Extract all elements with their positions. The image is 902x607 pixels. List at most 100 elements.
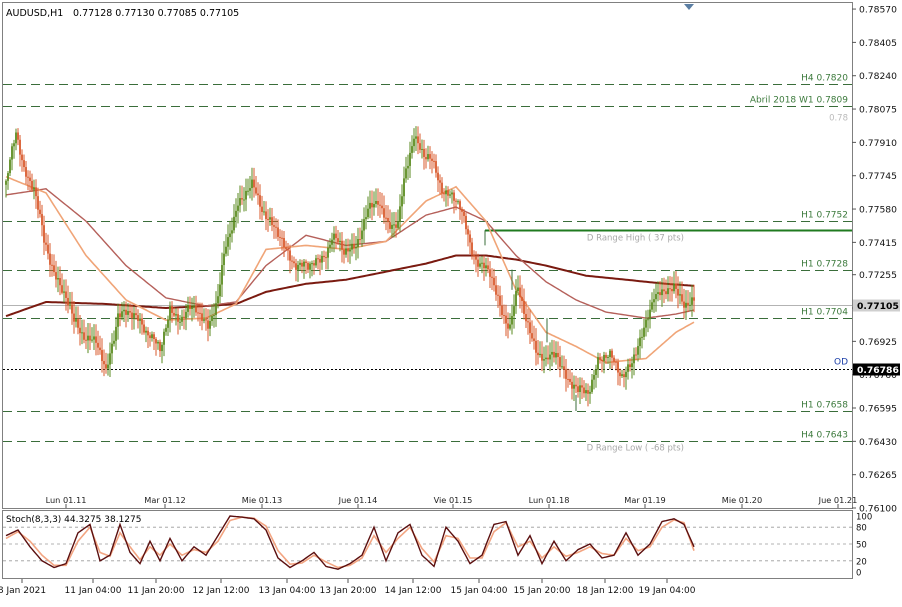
stoch-tick-label: 0 xyxy=(856,569,861,579)
candle-body xyxy=(103,361,105,365)
candle-body xyxy=(309,263,311,270)
candle-body xyxy=(573,384,575,389)
candle-body xyxy=(593,375,595,380)
candle-body xyxy=(323,255,325,258)
candle-body xyxy=(501,305,503,316)
candle-body xyxy=(195,305,197,313)
candle-body xyxy=(367,208,369,218)
stoch-header-label: Stoch(8,3,3) 44.3275 38.1275 xyxy=(6,515,141,525)
candle-body xyxy=(509,324,511,329)
price-tick-label: 0.76925 xyxy=(859,337,897,348)
candle-body xyxy=(533,338,535,341)
candle-body xyxy=(675,283,677,289)
candle-body xyxy=(261,206,263,212)
candle-body xyxy=(353,243,355,249)
candle-body xyxy=(133,313,135,318)
candle-body xyxy=(243,199,245,201)
candle-body xyxy=(237,205,239,211)
candle-body xyxy=(359,239,361,241)
round-number-label: 0.78 xyxy=(829,114,848,124)
candle-body xyxy=(77,319,79,328)
candle-body xyxy=(587,390,589,394)
level-label: H4 0.7643 xyxy=(801,431,848,441)
candle-body xyxy=(599,357,601,360)
candle-body xyxy=(119,313,121,318)
candle-body xyxy=(493,277,495,286)
candle-body xyxy=(365,217,367,220)
candle-body xyxy=(147,330,149,336)
candle-body xyxy=(67,297,69,306)
candle-body xyxy=(171,306,173,313)
candle-body xyxy=(209,321,211,329)
candle-body xyxy=(519,287,521,298)
candle-body xyxy=(437,172,439,181)
candle-body xyxy=(693,297,695,301)
candle-body xyxy=(25,167,27,177)
candle-body xyxy=(91,339,93,341)
candle-body xyxy=(345,248,347,255)
candle-body xyxy=(125,309,127,315)
candle-body xyxy=(551,351,553,355)
candle-body xyxy=(217,296,219,304)
candle-body xyxy=(159,341,161,352)
candle-body xyxy=(347,248,349,252)
candle-body xyxy=(79,327,81,334)
candle-body xyxy=(315,258,317,266)
candle-body xyxy=(391,224,393,229)
candle-body xyxy=(253,179,255,188)
candle-body xyxy=(567,378,569,380)
candle-body xyxy=(369,202,371,209)
candle-body xyxy=(331,239,333,245)
candle-body xyxy=(419,143,421,150)
candle-body xyxy=(659,292,661,296)
candle-body xyxy=(529,322,531,334)
candle-body xyxy=(439,180,441,183)
candle-body xyxy=(115,326,117,341)
candle-body xyxy=(415,136,417,139)
date-tick-label: 13 Jan 04:00 xyxy=(259,586,316,596)
candle-body xyxy=(473,255,475,257)
price-tick-label: 0.77745 xyxy=(859,171,897,182)
candle-body xyxy=(555,352,557,358)
candle-body xyxy=(383,208,385,218)
candle-body xyxy=(73,313,75,322)
price-tick-label: 0.78075 xyxy=(859,105,897,116)
candle-body xyxy=(489,269,491,277)
candle-body xyxy=(303,261,305,267)
candle-body xyxy=(205,319,207,321)
candle-body xyxy=(281,237,283,239)
candle-body xyxy=(153,334,155,339)
candle-body xyxy=(503,315,505,317)
level-label: H1 0.7704 xyxy=(801,308,848,318)
chart-symbol-label: AUDUSD,H1 xyxy=(6,8,63,19)
candle-body xyxy=(463,211,465,216)
chart-window[interactable]: H4 0.7820 Abril 2018 W1 0.7809 0.78 H1 0.77… xyxy=(0,0,902,603)
candle-body xyxy=(505,315,507,324)
candle-body xyxy=(581,385,583,388)
candle-body xyxy=(57,278,59,280)
candle-body xyxy=(249,188,251,191)
candle-body xyxy=(681,294,683,302)
candle-body xyxy=(219,284,221,297)
candle-body xyxy=(571,381,573,389)
time-tick-label: Vie 01.15 xyxy=(434,495,473,505)
candle-body xyxy=(193,305,195,307)
candle-body xyxy=(215,303,217,316)
candle-body xyxy=(679,294,681,296)
candle-body xyxy=(17,132,19,140)
candle-body xyxy=(167,319,169,328)
candle-body xyxy=(113,340,115,344)
candle-body xyxy=(685,302,687,308)
candle-body xyxy=(515,291,517,307)
chart-canvas[interactable]: H4 0.7820 Abril 2018 W1 0.7809 0.78 H1 0.77… xyxy=(0,0,902,603)
candle-body xyxy=(23,160,25,168)
candle-body xyxy=(151,334,153,339)
level-label: H1 0.7728 xyxy=(801,260,848,270)
candle-body xyxy=(429,154,431,159)
candle-body xyxy=(305,261,307,263)
candle-body xyxy=(179,321,181,323)
candle-body xyxy=(427,154,429,160)
date-tick-label: 8 Jan 2021 xyxy=(0,586,46,596)
candle-body xyxy=(139,318,141,321)
candle-body xyxy=(395,224,397,228)
